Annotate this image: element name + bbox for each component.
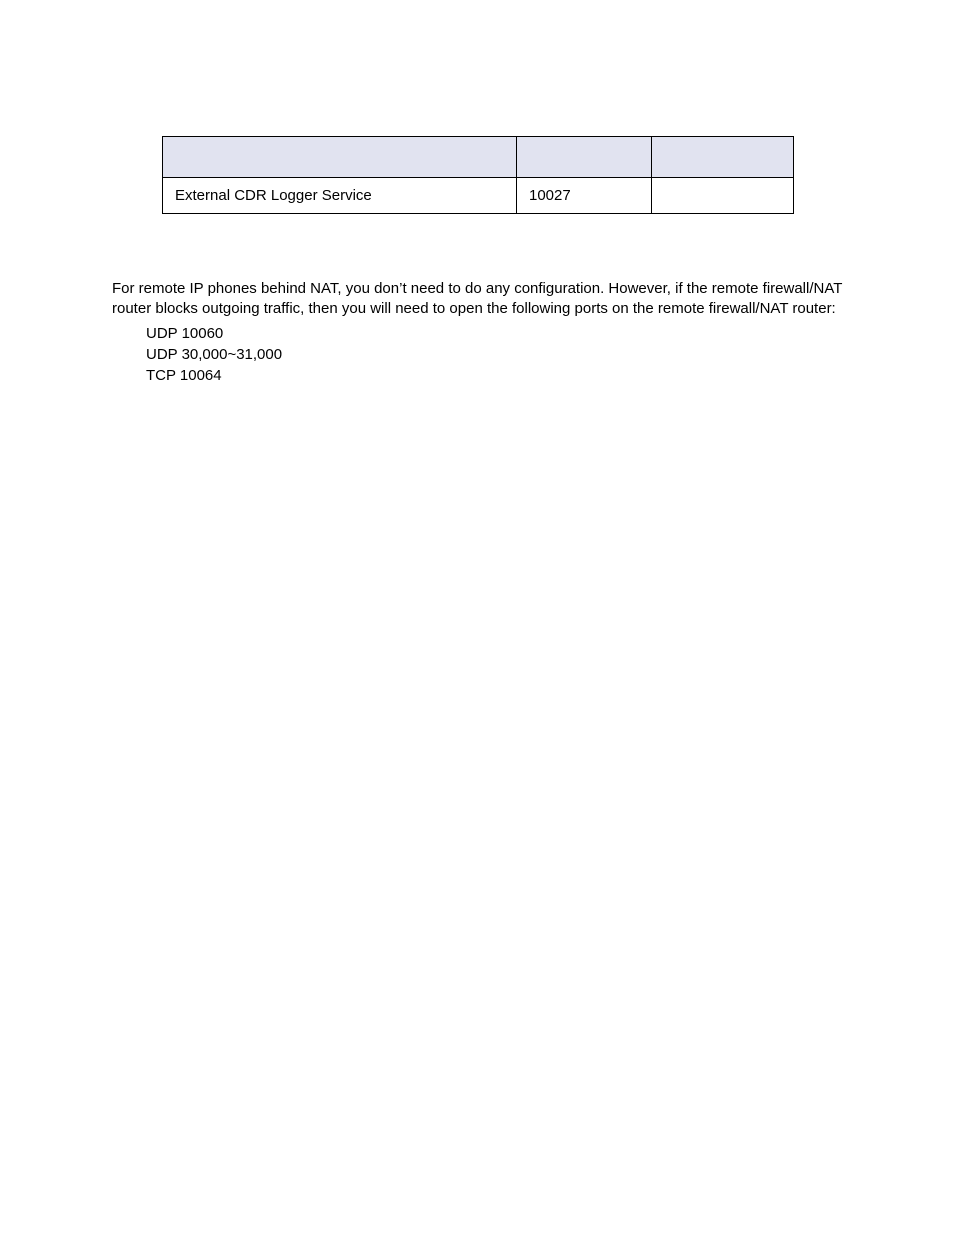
table-header-cell: [163, 137, 517, 178]
extra-cell: [652, 178, 794, 214]
document-page: External CDR Logger Service 10027 For re…: [0, 0, 954, 1235]
ports-list: UDP 10060 UDP 30,000~31,000 TCP 10064: [146, 325, 282, 388]
service-name-cell: External CDR Logger Service: [163, 178, 517, 214]
list-item: TCP 10064: [146, 367, 282, 384]
list-item: UDP 10060: [146, 325, 282, 342]
table-header-cell: [517, 137, 652, 178]
table-header-row: [163, 137, 794, 178]
table: External CDR Logger Service 10027: [162, 136, 794, 214]
table-header-cell: [652, 137, 794, 178]
table-row: External CDR Logger Service 10027: [163, 178, 794, 214]
nat-paragraph: For remote IP phones behind NAT, you don…: [112, 279, 852, 318]
list-item: UDP 30,000~31,000: [146, 346, 282, 363]
ports-table: External CDR Logger Service 10027: [162, 136, 793, 214]
port-cell: 10027: [517, 178, 652, 214]
